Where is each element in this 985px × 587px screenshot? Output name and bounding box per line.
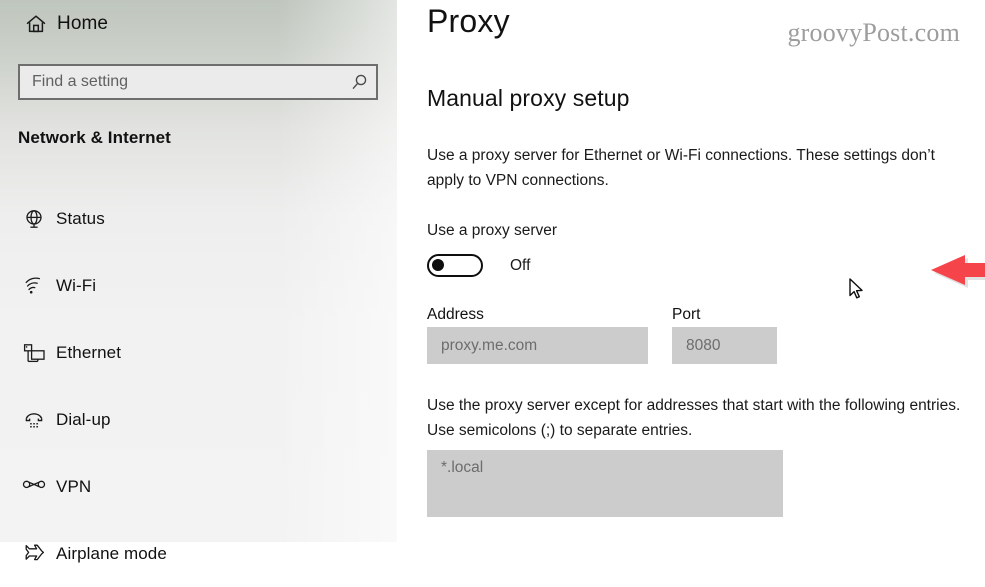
- address-label: Address: [427, 306, 484, 323]
- sidebar-nav: Status Wi-Fi Ethernet Dial-up VPN Airpla…: [0, 185, 397, 587]
- search-input[interactable]: Find a setting: [18, 64, 378, 100]
- sidebar-item-airplane-mode[interactable]: Airplane mode: [0, 520, 397, 587]
- home-nav-button[interactable]: Home: [0, 0, 397, 48]
- search-placeholder: Find a setting: [32, 73, 129, 90]
- search-icon[interactable]: [342, 73, 376, 92]
- proxy-port-input[interactable]: 8080: [672, 327, 777, 364]
- port-placeholder: 8080: [686, 336, 721, 354]
- address-placeholder: proxy.me.com: [441, 336, 538, 354]
- section-heading-manual-proxy-setup: Manual proxy setup: [427, 85, 630, 111]
- sidebar-item-label: Dial-up: [56, 409, 111, 429]
- sidebar-item-label: Airplane mode: [56, 543, 167, 563]
- settings-window: Home Find a setting Network & Internet S…: [0, 0, 985, 563]
- home-label: Home: [57, 13, 109, 34]
- use-proxy-server-toggle-row: Off: [427, 254, 530, 277]
- watermark: groovyPost.com: [787, 18, 960, 47]
- proxy-description-text: Use a proxy server for Ethernet or Wi-Fi…: [427, 147, 935, 189]
- sidebar: Home Find a setting Network & Internet S…: [0, 0, 397, 563]
- sidebar-item-dialup[interactable]: Dial-up: [0, 386, 397, 453]
- sidebar-item-label: Ethernet: [56, 342, 122, 362]
- proxy-address-input[interactable]: proxy.me.com: [427, 327, 648, 364]
- use-proxy-server-toggle[interactable]: [427, 254, 483, 277]
- sidebar-item-label: VPN: [56, 476, 92, 496]
- globe-icon: [16, 208, 52, 230]
- sidebar-item-wifi[interactable]: Wi-Fi: [0, 252, 397, 319]
- sidebar-item-ethernet[interactable]: Ethernet: [0, 319, 397, 386]
- vpn-key-icon: [16, 477, 52, 497]
- main-content: Proxy groovyPost.com Manual proxy setup …: [397, 0, 985, 542]
- port-label: Port: [672, 306, 701, 323]
- airplane-icon: [16, 543, 52, 565]
- toggle-knob: [432, 259, 444, 271]
- mouse-pointer-cursor: [849, 278, 865, 302]
- red-left-arrow-annotation: [929, 252, 985, 288]
- ethernet-icon: [16, 342, 52, 364]
- page-title: Proxy: [427, 3, 510, 39]
- toggle-state-label: Off: [510, 256, 531, 274]
- sidebar-item-label: Status: [56, 208, 105, 228]
- sidebar-section-title: Network & Internet: [18, 128, 171, 147]
- dialup-phone-icon: [16, 409, 52, 431]
- sidebar-item-status[interactable]: Status: [0, 185, 397, 252]
- exceptions-placeholder: *.local: [441, 459, 484, 476]
- home-icon: [16, 13, 56, 35]
- sidebar-item-vpn[interactable]: VPN: [0, 453, 397, 520]
- proxy-exceptions-description: Use the proxy server except for addresse…: [427, 397, 961, 439]
- wifi-icon: [16, 275, 52, 297]
- proxy-exceptions-textarea[interactable]: *.local: [427, 450, 783, 517]
- use-proxy-server-label: Use a proxy server: [427, 222, 558, 239]
- sidebar-item-label: Wi-Fi: [56, 275, 97, 295]
